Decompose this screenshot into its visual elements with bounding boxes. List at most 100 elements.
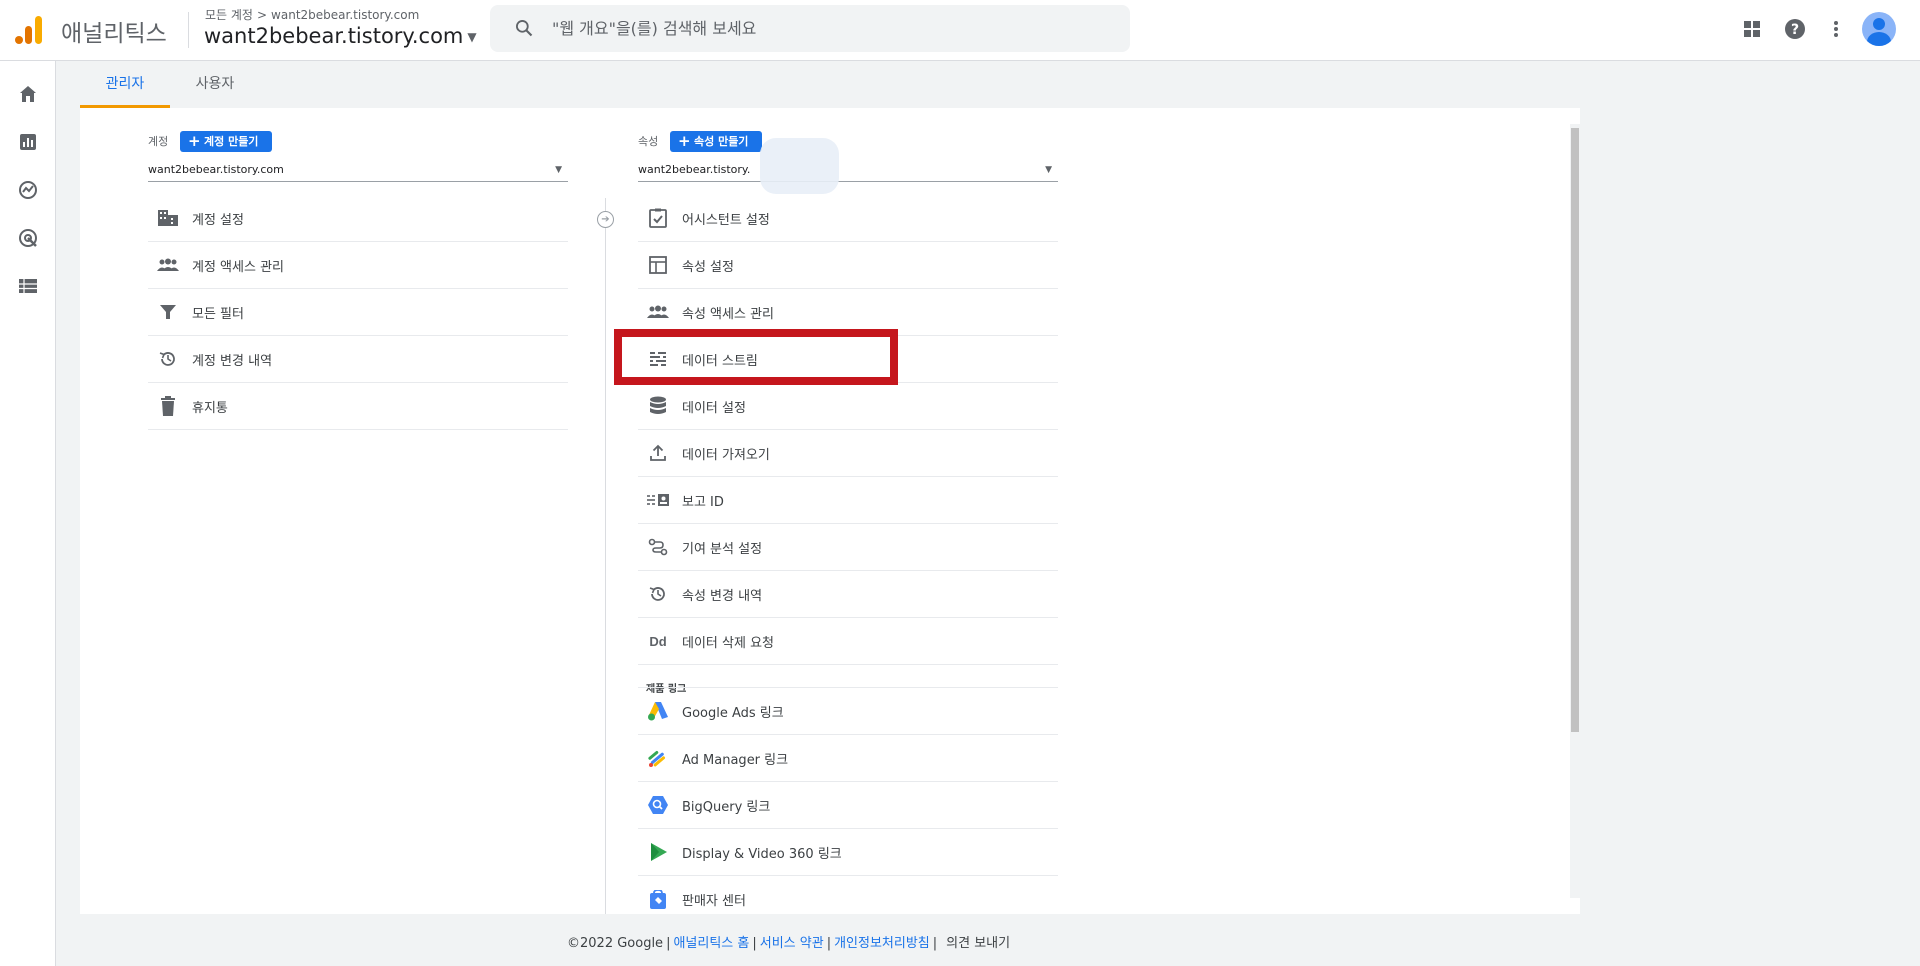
property-settings-row[interactable]: 속성 설정 [638, 242, 1058, 289]
people-icon [644, 301, 672, 323]
database-icon [644, 395, 672, 417]
account-history-label: 계정 변경 내역 [192, 353, 273, 369]
account-settings-label: 계정 설정 [192, 212, 244, 228]
property-column-label: 속성 [638, 135, 659, 148]
account-title: want2bebear.tistory.com [204, 24, 464, 48]
reporting-id-row[interactable]: 보고 ID [638, 477, 1058, 524]
nav-rail [0, 61, 56, 966]
footer: ©2022 Google | 애널리틱스 홈 | 서비스 약관 | 개인정보처리방침 | 의견 … [567, 932, 1010, 951]
create-property-label: 속성 만들기 [694, 135, 749, 148]
property-select[interactable]: want2bebear.tistory. ▼ [638, 160, 1058, 182]
trash-icon [154, 395, 182, 417]
caret-down-icon: ▼ [467, 30, 477, 44]
account-settings-row[interactable]: 계정 설정 [148, 195, 568, 242]
trash-row[interactable]: 휴지통 [148, 383, 568, 430]
google-ads-link-row[interactable]: Google Ads 링크 [638, 688, 1058, 735]
dv360-icon [644, 841, 672, 863]
building-icon [154, 207, 182, 229]
footer-separator: | [752, 936, 757, 951]
advertising-icon[interactable] [16, 226, 40, 250]
account-history-row[interactable]: 계정 변경 내역 [148, 336, 568, 383]
create-property-button[interactable]: + 속성 만들기 [670, 131, 763, 152]
people-icon [154, 254, 182, 276]
data-deletion-label: 데이터 삭제 요청 [682, 635, 774, 651]
data-import-row[interactable]: 데이터 가져오기 [638, 430, 1058, 477]
filter-icon [154, 301, 182, 323]
account-picker[interactable]: want2bebear.tistory.com ▼ [204, 24, 477, 48]
footer-separator: | [932, 936, 938, 951]
breadcrumb-root[interactable]: 모든 계정 [205, 8, 253, 22]
account-avatar[interactable] [1862, 12, 1896, 46]
scrollbar-thumb[interactable] [1571, 128, 1579, 732]
redacted-blur [760, 138, 839, 194]
bigquery-link-row[interactable]: BigQuery 링크 [638, 782, 1058, 829]
checklist-icon [644, 207, 672, 229]
google-ads-link-label: Google Ads 링크 [682, 705, 784, 721]
apps-grid-icon[interactable] [1739, 16, 1765, 42]
data-import-label: 데이터 가져오기 [682, 447, 770, 463]
app-name[interactable]: 애널리틱스 [61, 14, 167, 48]
attribution-settings-row[interactable]: 기여 분석 설정 [638, 524, 1058, 571]
merchant-center-icon [644, 889, 672, 911]
send-feedback-link[interactable]: 의견 보내기 [946, 936, 1010, 951]
admin-panel: 계정 + 계정 만들기 want2bebear.tistory.com ▼ 계정 설… [80, 108, 1580, 914]
explore-icon[interactable] [16, 178, 40, 202]
column-divider [605, 198, 606, 914]
privacy-policy-link[interactable]: 개인정보처리방침 [834, 936, 930, 951]
panel-scrollbar[interactable] [1570, 124, 1580, 898]
configure-list-icon[interactable] [16, 274, 40, 298]
attribution-icon [644, 536, 672, 558]
property-select-value: want2bebear.tistory. [638, 163, 751, 176]
data-settings-row[interactable]: 데이터 설정 [638, 383, 1058, 430]
dropdown-arrow-icon: ▼ [1045, 165, 1052, 175]
account-access-row[interactable]: 계정 액세스 관리 [148, 242, 568, 289]
property-history-row[interactable]: 속성 변경 내역 [638, 571, 1058, 618]
tab-admin[interactable]: 관리자 [80, 62, 170, 108]
copyright: ©2022 Google [567, 936, 664, 951]
property-access-label: 속성 액세스 관리 [682, 306, 774, 322]
property-settings-label: 속성 설정 [682, 259, 734, 275]
assistant-settings-label: 어시스턴트 설정 [682, 212, 770, 228]
history-icon [154, 348, 182, 370]
all-filters-row[interactable]: 모든 필터 [148, 289, 568, 336]
home-icon[interactable] [16, 82, 40, 106]
account-select-value: want2bebear.tistory.com [148, 163, 284, 176]
search-input[interactable] [552, 5, 1112, 52]
plus-icon: + [678, 132, 691, 150]
property-history-label: 속성 변경 내역 [682, 588, 763, 604]
reporting-id-label: 보고 ID [682, 494, 724, 510]
account-access-label: 계정 액세스 관리 [192, 259, 284, 275]
data-deletion-row[interactable]: Dd 데이터 삭제 요청 [638, 618, 1058, 665]
tab-user[interactable]: 사용자 [180, 62, 250, 108]
create-account-button[interactable]: + 계정 만들기 [180, 131, 273, 152]
dd-icon: Dd [649, 633, 667, 649]
search-bar[interactable] [490, 5, 1130, 52]
report-id-icon [644, 489, 672, 511]
all-filters-label: 모든 필터 [192, 306, 244, 322]
dropdown-arrow-icon: ▼ [555, 165, 562, 175]
ad-manager-link-row[interactable]: Ad Manager 링크 [638, 735, 1058, 782]
data-settings-label: 데이터 설정 [682, 400, 746, 416]
account-select[interactable]: want2bebear.tistory.com ▼ [148, 160, 568, 182]
assistant-settings-row[interactable]: 어시스턴트 설정 [638, 195, 1058, 242]
analytics-home-link[interactable]: 애널리틱스 홈 [673, 936, 749, 951]
merchant-center-link-label: 판매자 센터 [682, 894, 746, 909]
svg-text:?: ? [1791, 22, 1799, 38]
bigquery-link-label: BigQuery 링크 [682, 799, 771, 815]
terms-of-service-link[interactable]: 서비스 약관 [760, 936, 824, 951]
help-icon[interactable]: ? [1782, 16, 1808, 42]
breadcrumb-account[interactable]: want2bebear.tistory.com [271, 8, 419, 22]
history-icon [644, 583, 672, 605]
breadcrumb[interactable]: 모든 계정 > want2bebear.tistory.com [205, 6, 419, 23]
header-divider [188, 12, 189, 48]
merchant-center-link-row[interactable]: 판매자 센터 [638, 876, 1058, 914]
google-ads-icon [644, 700, 672, 722]
ad-manager-icon [644, 747, 672, 769]
arrow-right-circle-icon: ➔ [597, 211, 614, 228]
more-vert-icon[interactable] [1823, 16, 1849, 42]
reports-icon[interactable] [16, 130, 40, 154]
footer-separator: | [826, 936, 832, 951]
analytics-logo-icon[interactable] [14, 14, 44, 44]
create-account-label: 계정 만들기 [204, 135, 259, 148]
dv360-link-row[interactable]: Display & Video 360 링크 [638, 829, 1058, 876]
